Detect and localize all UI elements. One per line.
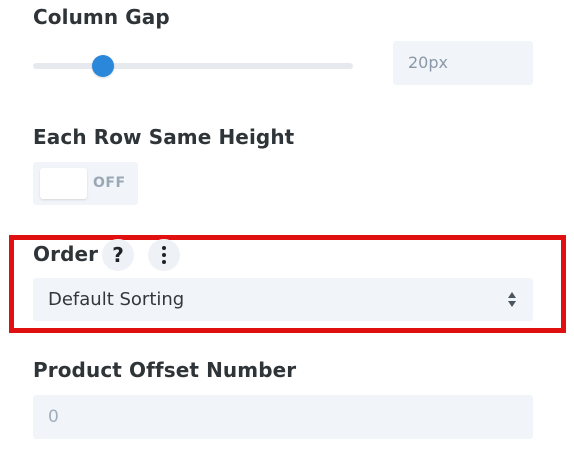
order-select[interactable]: Default Sorting	[33, 278, 533, 321]
slider-handle[interactable]	[92, 55, 114, 77]
slider-track[interactable]	[33, 63, 353, 69]
toggle-state-text: OFF	[93, 175, 126, 191]
product-offset-input[interactable]: 0	[33, 395, 533, 439]
more-options-icon[interactable]	[148, 239, 180, 271]
row-same-height-toggle[interactable]: OFF	[33, 162, 138, 205]
sort-arrows-icon	[508, 292, 516, 308]
column-gap-label: Column Gap	[33, 5, 170, 29]
row-same-height-label: Each Row Same Height	[33, 125, 295, 149]
settings-panel: Column Gap 20px Each Row Same Height OFF…	[0, 0, 574, 475]
toggle-knob[interactable]	[40, 168, 87, 199]
help-icon[interactable]: ?	[102, 239, 134, 271]
column-gap-value-input[interactable]: 20px	[393, 41, 533, 85]
column-gap-slider[interactable]	[33, 55, 353, 77]
order-select-value: Default Sorting	[48, 289, 185, 310]
order-label: Order	[33, 242, 99, 266]
vertical-ellipsis-icon	[162, 246, 166, 264]
product-offset-label: Product Offset Number	[33, 358, 297, 382]
